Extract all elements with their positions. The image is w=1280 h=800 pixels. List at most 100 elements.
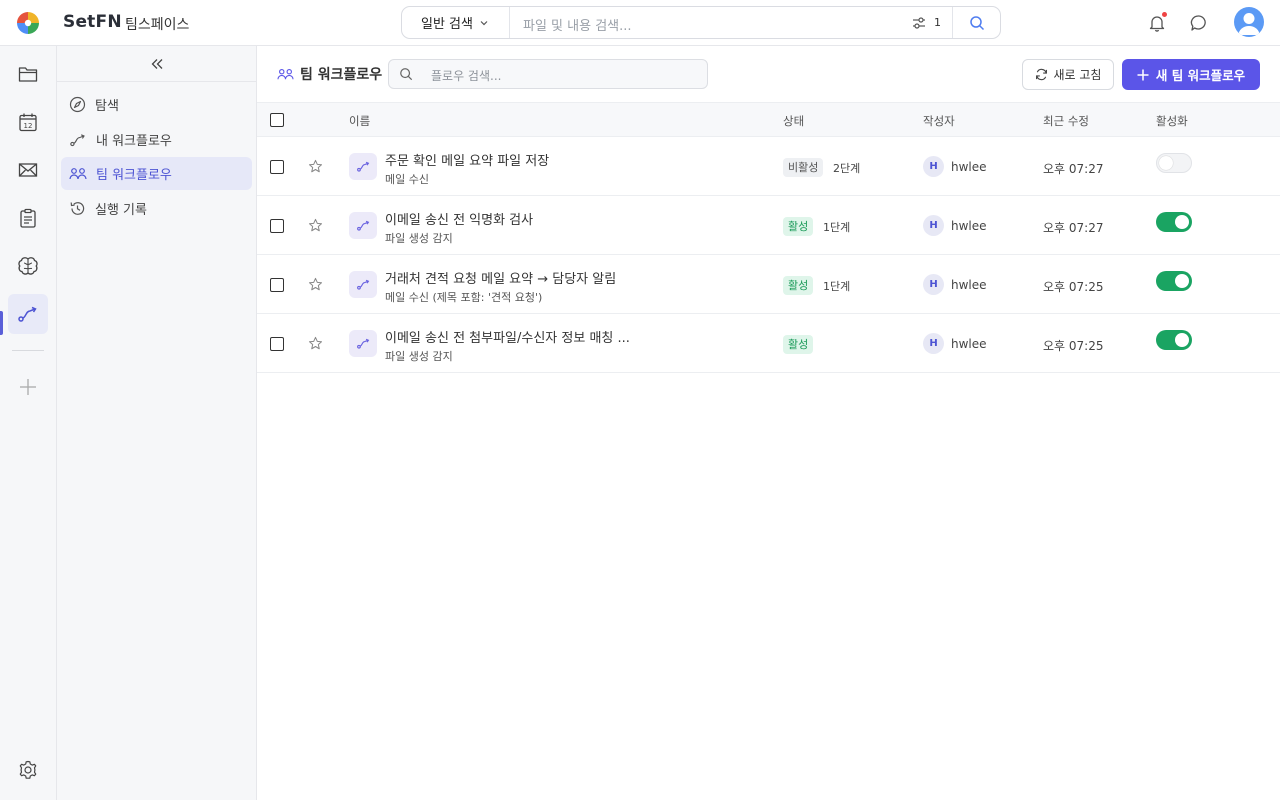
global-search: 일반 검색 파일 및 내용 검색... 1	[401, 6, 1001, 39]
collapse-sidebar-icon[interactable]	[150, 58, 164, 70]
search-icon	[969, 15, 984, 30]
workflow-title[interactable]: 이메일 송신 전 익명화 검사	[385, 209, 533, 228]
chat-button[interactable]	[1188, 12, 1210, 34]
modified-time: 오후 07:25	[1043, 280, 1104, 294]
rail-calendar-button[interactable]: 12	[8, 102, 48, 142]
flow-search-input[interactable]: 플로우 검색...	[388, 59, 708, 89]
sidebar-item-label: 팀 워크플로우	[96, 168, 172, 183]
sidebar-item-label: 실행 기록	[95, 203, 147, 218]
step-count: 1단계	[823, 280, 851, 293]
user-icon	[1238, 13, 1260, 35]
app-logo-icon[interactable]	[16, 11, 40, 35]
author-avatar: H	[923, 274, 944, 295]
active-toggle[interactable]	[1156, 330, 1192, 350]
modified-time: 오후 07:27	[1043, 162, 1104, 176]
workflow-trigger: 메일 수신	[385, 173, 429, 186]
column-header-status[interactable]: 상태	[783, 113, 804, 129]
notification-dot	[1162, 12, 1167, 17]
row-checkbox[interactable]	[270, 219, 284, 233]
app-rail: 12	[0, 46, 57, 800]
active-toggle[interactable]	[1156, 212, 1192, 232]
author-name: hwlee	[951, 219, 987, 233]
refresh-button[interactable]: 새로 고침	[1022, 59, 1114, 90]
folder-icon	[18, 67, 38, 82]
column-header-active[interactable]: 활성화	[1156, 113, 1188, 129]
status-badge: 비활성	[783, 158, 824, 177]
workflow-title[interactable]: 이메일 송신 전 첨부파일/수신자 정보 매칭 ...	[385, 327, 630, 346]
main-content: 팀 워크플로우 플로우 검색... 새로 고침 새 팀 워크플로우 이름 상태 …	[257, 46, 1280, 800]
workflow-trigger: 파일 생성 감지	[385, 232, 453, 245]
search-filter-button[interactable]: 1	[912, 13, 941, 32]
rail-add-button[interactable]	[8, 367, 48, 407]
status-badge: 활성	[783, 217, 814, 236]
column-header-modified[interactable]: 최근 수정	[1043, 113, 1089, 129]
table-body: 주문 확인 메일 요약 파일 저장 메일 수신 비활성 2단계 Hhwlee 오후 07:…	[257, 137, 1280, 373]
main-header: 팀 워크플로우 플로우 검색... 새로 고침 새 팀 워크플로우	[257, 46, 1280, 102]
author-avatar: H	[923, 333, 944, 354]
table-row[interactable]: 주문 확인 메일 요약 파일 저장 메일 수신 비활성 2단계 Hhwlee 오후 07:…	[257, 137, 1280, 196]
workspace-name[interactable]: 팀스페이스	[125, 14, 189, 34]
sidebar-item-label: 탐색	[95, 99, 119, 114]
workflow-title[interactable]: 거래처 견적 요청 메일 요약 → 담당자 알림	[385, 268, 616, 287]
author-name: hwlee	[951, 337, 987, 351]
workflow-icon	[356, 279, 369, 290]
plus-icon	[20, 379, 36, 395]
user-avatar[interactable]	[1234, 7, 1264, 37]
search-button[interactable]	[952, 7, 1000, 38]
new-team-workflow-button[interactable]: 새 팀 워크플로우	[1122, 59, 1260, 90]
column-header-name[interactable]: 이름	[349, 113, 370, 129]
active-toggle[interactable]	[1156, 271, 1192, 291]
rail-divider	[12, 350, 44, 351]
workflow-trigger: 메일 수신 (제목 포함: '견적 요청')	[385, 291, 543, 304]
author-name: hwlee	[951, 278, 987, 292]
rail-workflow-button[interactable]	[8, 294, 48, 334]
author-avatar: H	[923, 156, 944, 177]
active-toggle[interactable]	[1156, 153, 1192, 173]
author-avatar: H	[923, 215, 944, 236]
gear-icon	[19, 760, 37, 779]
select-all-checkbox[interactable]	[270, 113, 284, 127]
table-row[interactable]: 거래처 견적 요청 메일 요약 → 담당자 알림메일 수신 (제목 포함: '견…	[257, 255, 1280, 314]
workflow-title[interactable]: 주문 확인 메일 요약 파일 저장	[385, 150, 549, 169]
notification-button[interactable]	[1146, 12, 1168, 34]
row-checkbox[interactable]	[270, 278, 284, 292]
rail-settings-button[interactable]	[8, 750, 48, 790]
star-icon[interactable]	[308, 336, 323, 351]
table-row[interactable]: 이메일 송신 전 첨부파일/수신자 정보 매칭 ... 파일 생성 감지 활성 Hhw…	[257, 314, 1280, 373]
workflow-icon	[18, 306, 37, 322]
workflow-trigger: 파일 생성 감지	[385, 350, 453, 363]
sidebar-item-history[interactable]: 실행 기록	[61, 192, 252, 225]
status-badge: 활성	[783, 335, 814, 354]
workflow-type-icon	[349, 271, 377, 298]
rail-ai-button[interactable]	[8, 246, 48, 286]
workflow-icon	[356, 161, 369, 172]
rail-clipboard-button[interactable]	[8, 198, 48, 238]
workflow-icon	[70, 133, 85, 146]
search-icon	[400, 68, 413, 81]
toggle-knob	[1175, 333, 1189, 347]
column-header-author[interactable]: 작성자	[923, 113, 955, 129]
sidebar-item-explore[interactable]: 탐색	[61, 88, 252, 121]
sliders-icon	[913, 16, 925, 29]
status-badge: 활성	[783, 276, 814, 295]
page-title: 팀 워크플로우	[277, 64, 382, 84]
flow-search-placeholder: 플로우 검색...	[431, 69, 502, 83]
rail-files-button[interactable]	[8, 54, 48, 94]
star-icon[interactable]	[308, 159, 323, 174]
rail-mail-button[interactable]	[8, 150, 48, 190]
star-icon[interactable]	[308, 277, 323, 292]
search-input[interactable]: 파일 및 내용 검색...	[523, 15, 632, 34]
star-icon[interactable]	[308, 218, 323, 233]
toggle-knob	[1175, 215, 1189, 229]
workflow-table: 이름 상태 작성자 최근 수정 활성화 주문 확인 메일 요약 파일 저장메일 …	[257, 102, 1280, 373]
sidebar-item-team-workflow[interactable]: 팀 워크플로우	[61, 157, 252, 190]
sidebar-collapse-row	[57, 46, 256, 82]
sidebar-item-my-workflow[interactable]: 내 워크플로우	[61, 123, 252, 156]
toggle-knob	[1159, 156, 1173, 170]
brain-icon	[18, 257, 38, 275]
row-checkbox[interactable]	[270, 337, 284, 351]
row-checkbox[interactable]	[270, 160, 284, 174]
search-mode-select[interactable]: 일반 검색	[402, 7, 510, 38]
refresh-label: 새로 고침	[1053, 68, 1102, 82]
table-row[interactable]: 이메일 송신 전 익명화 검사 파일 생성 감지 활성 1단계 Hhwlee 오후 07:…	[257, 196, 1280, 255]
